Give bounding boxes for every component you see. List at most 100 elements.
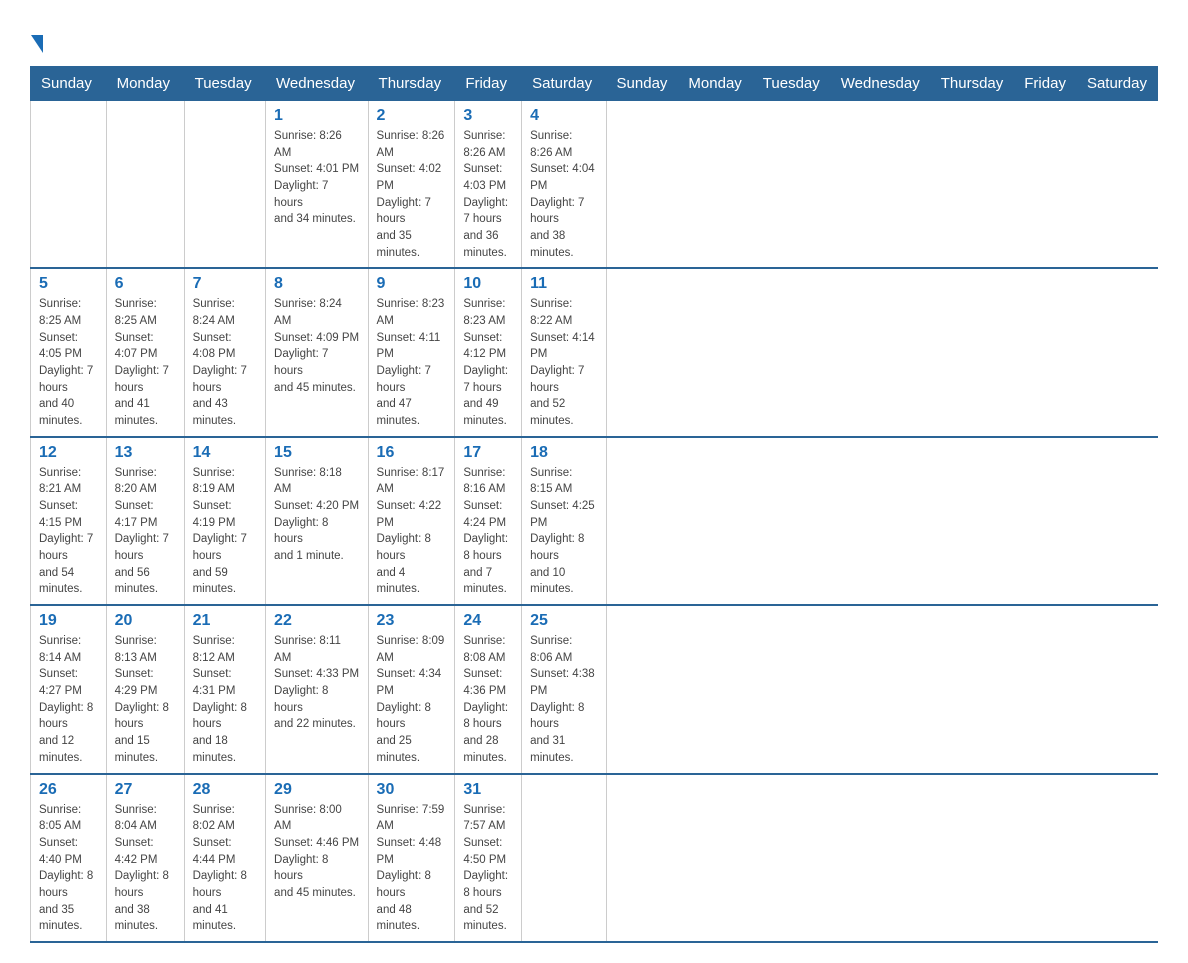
calendar-week-row: 26Sunrise: 8:05 AM Sunset: 4:40 PM Dayli… [31, 774, 1158, 942]
day-info: Sunrise: 8:24 AM Sunset: 4:08 PM Dayligh… [193, 296, 257, 429]
col-header-monday: Monday [678, 67, 752, 101]
day-info: Sunrise: 8:12 AM Sunset: 4:31 PM Dayligh… [193, 633, 257, 766]
day-number: 3 [463, 107, 513, 125]
calendar-cell [522, 774, 606, 942]
calendar-cell: 31 Sunrise: 7:57 AM Sunset: 4:50 PM Dayli… [455, 774, 522, 942]
col-header-monday: Monday [106, 67, 184, 101]
day-info: Sunrise: 8:21 AM Sunset: 4:15 PM Dayligh… [39, 465, 98, 598]
day-info: Sunrise: 7:59 AM Sunset: 4:48 PM Dayligh… [377, 802, 447, 935]
day-number: 24 [463, 612, 513, 630]
col-header-tuesday: Tuesday [184, 67, 265, 101]
calendar-cell: 25 Sunrise: 8:06 AM Sunset: 4:38 PM Dayli… [522, 605, 606, 773]
calendar-cell: 1Sunrise: 8:26 AM Sunset: 4:01 PM Daylig… [266, 101, 369, 269]
day-info: Sunrise: 8:06 AM Sunset: 4:38 PM Dayligh… [530, 633, 597, 766]
col-header-sunday: Sunday [31, 67, 107, 101]
calendar-cell [184, 101, 265, 269]
day-info: Sunrise: 8:26 AM Sunset: 4:02 PM Dayligh… [377, 128, 447, 261]
day-number: 15 [274, 444, 360, 462]
day-info: Sunrise: 8:19 AM Sunset: 4:19 PM Dayligh… [193, 465, 257, 598]
day-number: 18 [530, 444, 597, 462]
calendar-cell: 5 Sunrise: 8:25 AM Sunset: 4:05 PM Daylig… [31, 268, 107, 436]
day-info: Sunrise: 8:25 AM Sunset: 4:05 PM Dayligh… [39, 296, 98, 429]
day-number: 17 [463, 444, 513, 462]
day-number: 7 [193, 275, 257, 293]
day-number: 28 [193, 781, 257, 799]
day-number: 8 [274, 275, 360, 293]
calendar-week-row: 12 Sunrise: 8:21 AM Sunset: 4:15 PM Dayli… [31, 437, 1158, 605]
calendar-cell: 19Sunrise: 8:14 AM Sunset: 4:27 PM Dayli… [31, 605, 107, 773]
col-header-tuesday: Tuesday [752, 67, 830, 101]
day-number: 2 [377, 107, 447, 125]
day-number: 6 [115, 275, 176, 293]
calendar-cell [106, 101, 184, 269]
calendar-cell: 7 Sunrise: 8:24 AM Sunset: 4:08 PM Daylig… [184, 268, 265, 436]
day-info: Sunrise: 8:23 AM Sunset: 4:11 PM Dayligh… [377, 296, 447, 429]
calendar-cell: 12 Sunrise: 8:21 AM Sunset: 4:15 PM Dayli… [31, 437, 107, 605]
day-info: Sunrise: 8:18 AM Sunset: 4:20 PM Dayligh… [274, 465, 360, 565]
calendar-cell: 4Sunrise: 8:26 AM Sunset: 4:04 PM Daylig… [522, 101, 606, 269]
col-header-saturday: Saturday [522, 67, 606, 101]
day-number: 20 [115, 612, 176, 630]
calendar-week-row: 19Sunrise: 8:14 AM Sunset: 4:27 PM Dayli… [31, 605, 1158, 773]
col-header-saturday: Saturday [1076, 67, 1157, 101]
calendar-cell: 8 Sunrise: 8:24 AM Sunset: 4:09 PM Daylig… [266, 268, 369, 436]
day-number: 25 [530, 612, 597, 630]
calendar-week-row: 5 Sunrise: 8:25 AM Sunset: 4:05 PM Daylig… [31, 268, 1158, 436]
day-number: 14 [193, 444, 257, 462]
col-header-friday: Friday [1014, 67, 1077, 101]
day-number: 31 [463, 781, 513, 799]
calendar-table: SundayMondayTuesdayWednesdayThursdayFrid… [30, 66, 1158, 943]
day-info: Sunrise: 8:24 AM Sunset: 4:09 PM Dayligh… [274, 296, 360, 396]
calendar-cell: 13Sunrise: 8:20 AM Sunset: 4:17 PM Dayli… [106, 437, 184, 605]
day-info: Sunrise: 8:17 AM Sunset: 4:22 PM Dayligh… [377, 465, 447, 598]
day-info: Sunrise: 8:22 AM Sunset: 4:14 PM Dayligh… [530, 296, 597, 429]
calendar-cell: 6 Sunrise: 8:25 AM Sunset: 4:07 PM Daylig… [106, 268, 184, 436]
col-header-wednesday: Wednesday [830, 67, 930, 101]
day-number: 13 [115, 444, 176, 462]
col-header-friday: Friday [455, 67, 522, 101]
day-number: 10 [463, 275, 513, 293]
day-number: 27 [115, 781, 176, 799]
day-number: 1 [274, 107, 360, 125]
day-number: 30 [377, 781, 447, 799]
calendar-header-row: SundayMondayTuesdayWednesdayThursdayFrid… [31, 67, 1158, 101]
day-info: Sunrise: 8:05 AM Sunset: 4:40 PM Dayligh… [39, 802, 98, 935]
calendar-cell: 26Sunrise: 8:05 AM Sunset: 4:40 PM Dayli… [31, 774, 107, 942]
calendar-cell: 20 Sunrise: 8:13 AM Sunset: 4:29 PM Dayli… [106, 605, 184, 773]
col-header-thursday: Thursday [930, 67, 1014, 101]
logo-triangle-icon [31, 35, 43, 53]
day-info: Sunrise: 8:15 AM Sunset: 4:25 PM Dayligh… [530, 465, 597, 598]
calendar-cell: 10 Sunrise: 8:23 AM Sunset: 4:12 PM Dayli… [455, 268, 522, 436]
calendar-cell: 28 Sunrise: 8:02 AM Sunset: 4:44 PM Dayli… [184, 774, 265, 942]
logo-text [30, 30, 43, 56]
calendar-week-row: 1Sunrise: 8:26 AM Sunset: 4:01 PM Daylig… [31, 101, 1158, 269]
logo [30, 30, 43, 56]
calendar-cell: 30 Sunrise: 7:59 AM Sunset: 4:48 PM Dayli… [368, 774, 455, 942]
day-info: Sunrise: 8:16 AM Sunset: 4:24 PM Dayligh… [463, 465, 513, 598]
day-info: Sunrise: 8:26 AM Sunset: 4:04 PM Dayligh… [530, 128, 597, 261]
calendar-cell: 9Sunrise: 8:23 AM Sunset: 4:11 PM Daylig… [368, 268, 455, 436]
calendar-cell: 18 Sunrise: 8:15 AM Sunset: 4:25 PM Dayli… [522, 437, 606, 605]
day-info: Sunrise: 8:02 AM Sunset: 4:44 PM Dayligh… [193, 802, 257, 935]
day-info: Sunrise: 8:09 AM Sunset: 4:34 PM Dayligh… [377, 633, 447, 766]
day-number: 12 [39, 444, 98, 462]
day-number: 29 [274, 781, 360, 799]
col-header-sunday: Sunday [606, 67, 678, 101]
day-info: Sunrise: 8:25 AM Sunset: 4:07 PM Dayligh… [115, 296, 176, 429]
day-number: 11 [530, 275, 597, 293]
day-info: Sunrise: 7:57 AM Sunset: 4:50 PM Dayligh… [463, 802, 513, 935]
day-info: Sunrise: 8:00 AM Sunset: 4:46 PM Dayligh… [274, 802, 360, 902]
calendar-cell [31, 101, 107, 269]
day-number: 5 [39, 275, 98, 293]
day-info: Sunrise: 8:13 AM Sunset: 4:29 PM Dayligh… [115, 633, 176, 766]
calendar-cell: 16 Sunrise: 8:17 AM Sunset: 4:22 PM Dayli… [368, 437, 455, 605]
day-info: Sunrise: 8:14 AM Sunset: 4:27 PM Dayligh… [39, 633, 98, 766]
day-info: Sunrise: 8:23 AM Sunset: 4:12 PM Dayligh… [463, 296, 513, 429]
day-number: 16 [377, 444, 447, 462]
calendar-cell: 17 Sunrise: 8:16 AM Sunset: 4:24 PM Dayli… [455, 437, 522, 605]
calendar-cell: 27 Sunrise: 8:04 AM Sunset: 4:42 PM Dayli… [106, 774, 184, 942]
day-number: 22 [274, 612, 360, 630]
calendar-cell: 21Sunrise: 8:12 AM Sunset: 4:31 PM Dayli… [184, 605, 265, 773]
day-info: Sunrise: 8:04 AM Sunset: 4:42 PM Dayligh… [115, 802, 176, 935]
calendar-cell: 24Sunrise: 8:08 AM Sunset: 4:36 PM Dayli… [455, 605, 522, 773]
